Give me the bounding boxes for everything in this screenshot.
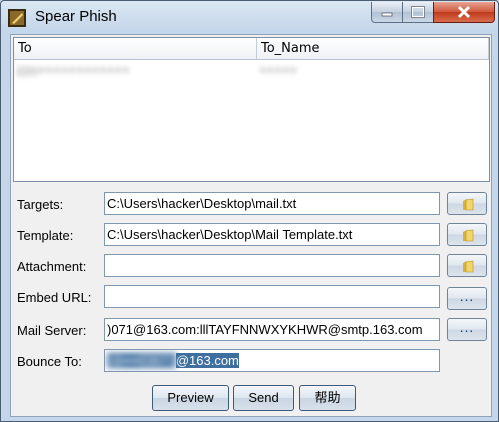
embed-url-browse-label: ... — [459, 290, 475, 304]
targets-input[interactable]: C:\Users\hacker\Desktop\mail.txt — [104, 192, 440, 215]
mail-server-input[interactable]: )071@163.com:lllTAYFNNWXYKHWR@smtp.163.c… — [104, 318, 440, 341]
help-button[interactable]: 帮助 — [299, 385, 356, 411]
close-button[interactable] — [433, 2, 495, 23]
maximize-button[interactable] — [402, 2, 434, 23]
folder-icon — [463, 260, 474, 273]
title-bar[interactable]: Spear Phish — [1, 1, 498, 33]
preview-button[interactable]: Preview — [152, 385, 229, 411]
template-browse-button[interactable] — [447, 223, 487, 246]
embed-url-input[interactable] — [104, 285, 440, 308]
spear-phish-app-icon — [8, 9, 26, 27]
mail-server-settings-button[interactable]: ... — [447, 318, 487, 341]
embed-url-label: Embed URL: — [17, 290, 92, 305]
targets-label: Targets: — [17, 197, 64, 212]
table-cell-to-name[interactable]: ••••• — [259, 62, 319, 82]
mail-server-label: Mail Server: — [17, 323, 87, 338]
column-header-to[interactable]: To — [14, 38, 257, 60]
recipients-table[interactable]: To To_Name zzo•••••••••••• ••••• — [13, 37, 490, 182]
main-panel: To To_Name zzo•••••••••••• ••••• Targets… — [10, 34, 492, 417]
template-label: Template: — [17, 228, 74, 243]
window-title: Spear Phish — [35, 8, 117, 25]
table-cell-to[interactable]: zzo•••••••••••• — [16, 62, 166, 82]
folder-icon — [463, 229, 474, 242]
attachment-label: Attachment: — [17, 259, 87, 274]
send-button[interactable]: Send — [233, 385, 294, 411]
attachment-input[interactable] — [104, 254, 440, 277]
spear-phish-window: Spear Phish To To_Name zzo•••••••••••• •… — [0, 0, 499, 422]
mail-server-button-label: ... — [459, 321, 475, 335]
column-header-to-name[interactable]: To_Name — [257, 38, 489, 60]
attachment-browse-button[interactable] — [447, 254, 487, 277]
minimize-button[interactable] — [371, 2, 403, 23]
bounce-to-value-suffix: @163.com — [175, 353, 239, 368]
maximize-icon — [411, 6, 425, 18]
bounce-to-value-prefix: 16••••03071 — [107, 353, 176, 368]
embed-url-browse-button[interactable]: ... — [447, 287, 487, 310]
close-icon — [457, 5, 471, 19]
folder-icon — [463, 198, 474, 211]
targets-browse-button[interactable] — [447, 192, 487, 215]
bounce-to-input[interactable]: 16••••03071@163.com — [104, 349, 440, 372]
minimize-icon — [381, 12, 393, 17]
bounce-to-label: Bounce To: — [17, 354, 82, 369]
template-input[interactable]: C:\Users\hacker\Desktop\Mail Template.tx… — [104, 223, 440, 246]
